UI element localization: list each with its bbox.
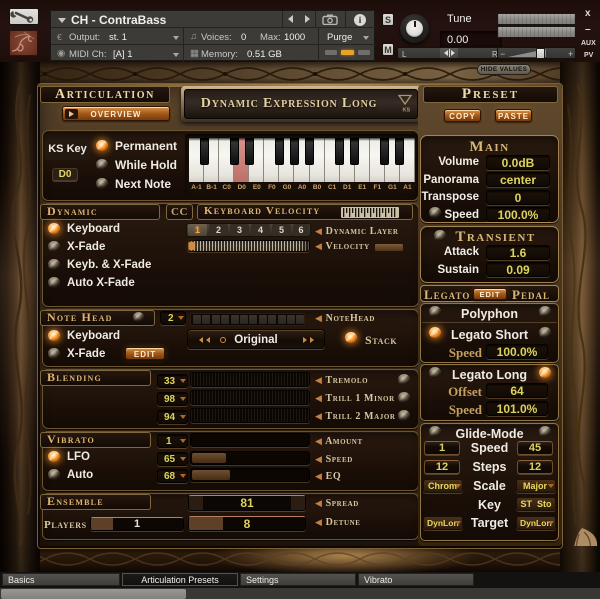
svg-text:KS: KS (403, 108, 411, 114)
